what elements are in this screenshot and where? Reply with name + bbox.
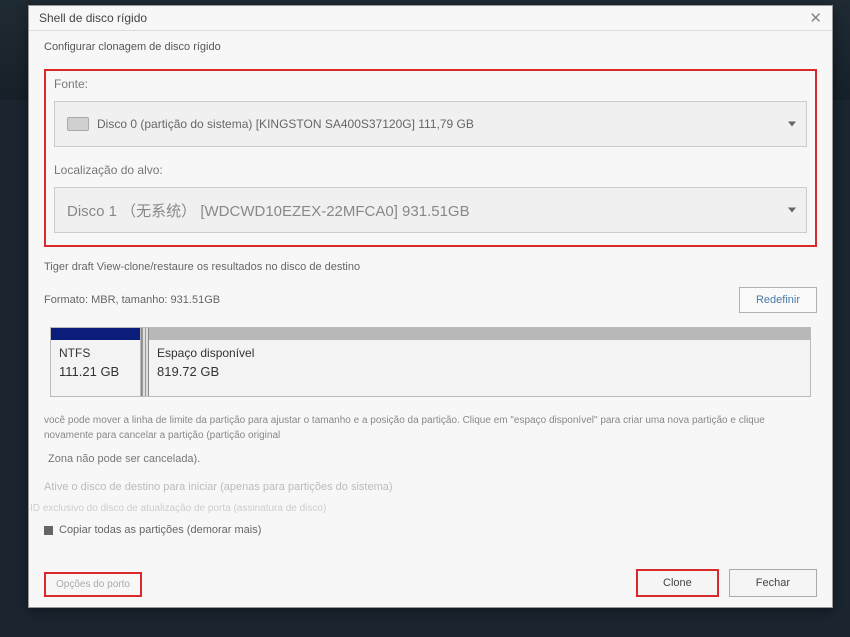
chevron-down-icon (788, 208, 796, 213)
source-label: Fonte: (54, 77, 807, 91)
option-label: ID exclusivo do disco de atualização de … (30, 503, 326, 514)
clone-dialog: Shell de disco rígido ✕ Configurar clona… (28, 5, 833, 608)
target-label: Localização do alvo: (54, 163, 807, 177)
close-button[interactable]: Fechar (729, 569, 817, 597)
partition-body: NTFS 111.21 GB (51, 340, 140, 396)
zone-text: Zona não pode ser cancelada). (44, 453, 817, 465)
partition-name: Espaço disponível (157, 346, 802, 360)
option-label: Ative o disco de destino para iniciar (a… (44, 481, 393, 493)
checkbox-icon (44, 526, 53, 535)
option-copy-all[interactable]: Copiar todas as partições (demorar mais) (44, 524, 817, 536)
disk-icon (67, 117, 89, 131)
partition-resize-handle[interactable] (141, 328, 149, 396)
dialog-title: Shell de disco rígido (39, 11, 147, 25)
dialog-subtitle: Configurar clonagem de disco rígido (44, 41, 817, 53)
redefine-button[interactable]: Redefinir (739, 287, 817, 313)
option-label: Copiar todas as partições (demorar mais) (59, 524, 261, 536)
source-disk-select[interactable]: Disco 0 (partição do sistema) [KINGSTON … (54, 101, 807, 147)
port-options-button[interactable]: Opções do porto (44, 572, 142, 597)
help-text: você pode mover a linha de limite da par… (44, 413, 817, 443)
source-target-highlight: Fonte: Disco 0 (partição do sistema) [KI… (44, 69, 817, 247)
partition-name: NTFS (59, 346, 132, 360)
option-activate-destination[interactable]: Ative o disco de destino para iniciar (a… (44, 481, 817, 493)
partition-visualization: NTFS 111.21 GB Espaço disponível 819.72 … (50, 327, 811, 397)
option-exclusive-id[interactable]: ID exclusivo do disco de atualização de … (30, 503, 817, 514)
partition-header-color (51, 328, 140, 340)
partition-size: 111.21 GB (59, 364, 132, 379)
chevron-down-icon (788, 122, 796, 127)
partition-size: 819.72 GB (157, 364, 802, 379)
clone-button[interactable]: Clone (636, 569, 719, 597)
partition-body: Espaço disponível 819.72 GB (149, 340, 810, 396)
dialog-footer: Opções do porto Clone Fechar (29, 559, 832, 607)
source-selected-text: Disco 0 (partição do sistema) [KINGSTON … (97, 117, 474, 131)
target-disk-select[interactable]: Disco 1 （无系统） [WDCWD10EZEX-22MFCA0] 931.… (54, 187, 807, 233)
format-text: Formato: MBR, tamanho: 931.51GB (44, 294, 220, 306)
view-info-text: Tiger draft View-clone/restaure os resul… (44, 261, 817, 273)
target-selected-text: Disco 1 （无系统） [WDCWD10EZEX-22MFCA0] 931.… (67, 200, 470, 221)
partition-header-color (149, 328, 810, 340)
dialog-header: Shell de disco rígido ✕ (29, 6, 832, 31)
close-icon[interactable]: ✕ (809, 9, 822, 27)
partition-block-free[interactable]: Espaço disponível 819.72 GB (149, 328, 810, 396)
format-row: Formato: MBR, tamanho: 931.51GB Redefini… (44, 287, 817, 313)
dialog-body: Configurar clonagem de disco rígido Font… (29, 31, 832, 556)
footer-buttons: Clone Fechar (636, 569, 817, 597)
partition-block-ntfs[interactable]: NTFS 111.21 GB (51, 328, 141, 396)
